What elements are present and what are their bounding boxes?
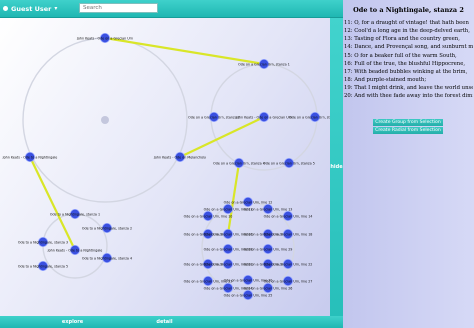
node-label: John Keats - Ode on Melancholy <box>153 155 206 159</box>
poem-title: Ode to a Nightingale, stanza 2 <box>353 6 464 14</box>
poem-line: 16: Full of the true, the blushful Hippo… <box>344 60 466 67</box>
node-label: Ode to a Nightingale, stanza 4 <box>82 256 132 260</box>
node-label: Ode on a Grecian Urn, line 26 <box>244 286 293 290</box>
graph-node[interactable]: Ode to a Nightingale, stanza 5 <box>18 260 68 271</box>
graph-node[interactable]: Ode on a Grecian Urn, line 29 <box>244 243 293 254</box>
node-label: John Keats - Ode on a Grecian Urn <box>76 36 133 40</box>
node-label: Ode on a Grecian Urn, line 10 <box>184 214 233 218</box>
graph-node[interactable]: Ode on a Grecian Urn, stanza 4 <box>213 157 265 168</box>
node-label: Ode to a Nightingale, stanza 3 <box>18 240 68 244</box>
node-label: Ode on a Grecian Urn, stanza 2 <box>188 115 240 119</box>
node-label: Ode on a Grecian Urn, stanza 3 <box>289 115 330 119</box>
poem-line: 20: And with thee fade away into the for… <box>344 93 473 100</box>
detail-tab[interactable]: detail <box>148 316 181 328</box>
graph-canvas[interactable]: John Keats - Ode on a Grecian Urn John Ke… <box>0 18 341 316</box>
poem-line: 11: O, for a draught of vintage! that ha… <box>344 20 469 26</box>
detail-tab-label: detail <box>156 319 173 325</box>
explore-tab-label: explore <box>61 319 84 325</box>
graph-node[interactable]: Ode to a Nightingale, stanza 2 <box>82 222 132 233</box>
poem-line: 14: Dance, and Provençal song, and sunbu… <box>344 44 473 51</box>
explore-tab[interactable]: explore <box>0 316 145 328</box>
node-label: Ode on a Grecian Urn, line 14 <box>264 214 313 218</box>
node-label: Ode on a Grecian Urn, stanza 5 <box>263 161 315 165</box>
graph-node[interactable]: Ode to a Nightingale, stanza 4 <box>82 252 132 263</box>
node-label: Ode on a Grecian Urn, line 18 <box>264 232 313 236</box>
node-label: Ode to a Nightingale, stanza 1 <box>50 212 100 216</box>
node-label: Ode on a Grecian Urn, stanza 4 <box>213 161 265 165</box>
poem-line: 18: And purple-stained mouth; <box>344 77 427 84</box>
user-name: Guest User <box>11 4 52 13</box>
user-icon <box>3 6 8 11</box>
top-bar: Guest User ▾ <box>0 0 343 18</box>
poem-line: 17: With beaded bubbles winking at the b… <box>344 68 468 75</box>
node-label: Ode on a Grecian Urn, line 22 <box>264 262 313 266</box>
graph-node[interactable]: John Keats - Ode on Melancholy <box>153 151 206 162</box>
graph-node[interactable]: John Keats - Ode to a Nightingale <box>47 244 103 255</box>
graph-edge <box>226 161 241 236</box>
detail-panel: Ode to a Nightingale, stanza 2 11: O, fo… <box>343 0 474 328</box>
create-radial-button[interactable]: Create Radial from Selection <box>373 127 443 134</box>
search-input[interactable] <box>79 3 158 13</box>
graph-edge <box>178 115 266 159</box>
graph-node[interactable]: John Keats - Ode to a Nightingale <box>2 151 58 162</box>
create-group-button[interactable]: Create Group from Selection <box>373 119 443 126</box>
node-label: Ode on a Grecian Urn, line 29 <box>244 247 293 251</box>
panel-toggle-label: hide <box>330 164 343 170</box>
graph-node[interactable]: Ode on a Grecian Urn, stanza 5 <box>263 157 315 168</box>
poem-line: 19: That I might drink, and leave the wo… <box>344 85 473 92</box>
node-label: John Keats - Ode to a Nightingale <box>47 248 103 252</box>
bottom-bar: explore detail <box>0 316 343 328</box>
chevron-down-icon: ▾ <box>54 5 58 12</box>
user-menu[interactable]: Guest User ▾ <box>3 1 57 16</box>
poem-line: 12: Cool'd a long age in the deep-delved… <box>344 28 470 35</box>
graph-node[interactable]: Ode to a Nightingale, stanza 3 <box>18 236 68 247</box>
graph-edge <box>28 155 77 252</box>
node-label: Ode on a Grecian Urn, line 25 <box>224 293 273 297</box>
panel-toggle-button[interactable]: hide <box>330 18 343 316</box>
graph-svg: John Keats - Ode on a Grecian Urn John Ke… <box>2 32 341 300</box>
node-label: Ode on a Grecian Urn, line 30 <box>224 278 273 282</box>
graph-node[interactable]: Ode on a Grecian Urn, stanza 2 <box>188 112 240 123</box>
group-center <box>101 116 109 124</box>
node-label: Ode to a Nightingale, stanza 5 <box>18 264 68 268</box>
graph-edge <box>103 36 266 66</box>
poem-lines: 11: O, for a draught of vintage! that ha… <box>344 19 473 101</box>
node-label: Ode on a Grecian Urn, stanza 1 <box>238 62 290 66</box>
node-label: John Keats - Ode to a Nightingale <box>2 155 58 159</box>
graph-node[interactable]: Ode on a Grecian Urn, stanza 3 <box>289 112 341 123</box>
node-label: Ode to a Nightingale, stanza 2 <box>82 226 132 230</box>
node-label: Ode on a Grecian Urn, line 13 <box>244 207 293 211</box>
graph-node[interactable]: Ode to a Nightingale, stanza 1 <box>50 208 100 219</box>
node-label: Ode on a Grecian Urn, line 12 <box>224 200 273 204</box>
poem-line: 13: Tasting of Flora and the country gre… <box>344 36 460 43</box>
poem-line: 15: O for a beaker full of the warm Sout… <box>344 52 457 59</box>
node-label: John Keats - Ode on a Grecian Urn <box>235 115 292 119</box>
graph-node[interactable]: John Keats - Ode on a Grecian Urn <box>235 112 292 123</box>
